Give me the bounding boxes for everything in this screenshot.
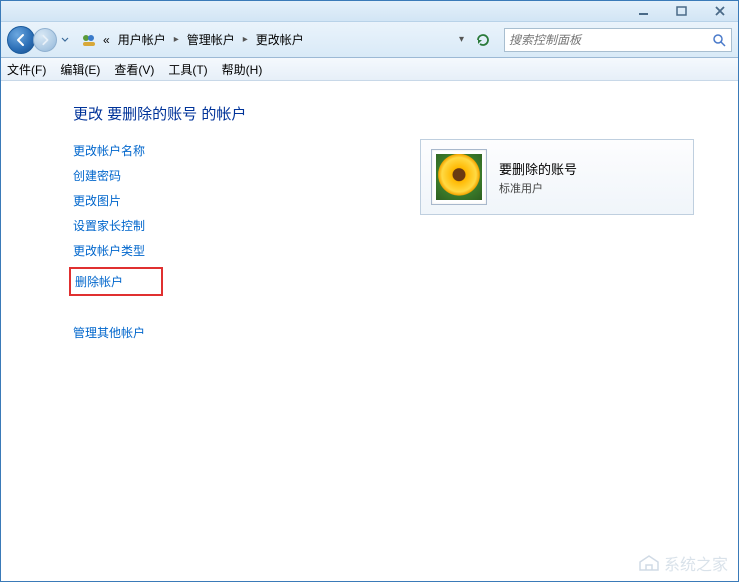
avatar-image	[436, 154, 482, 200]
link-manage-other-accounts[interactable]: 管理其他帐户	[73, 324, 145, 341]
maximize-button[interactable]	[670, 4, 694, 18]
link-delete-account[interactable]: 删除帐户	[75, 275, 123, 289]
breadcrumb-seg-3[interactable]: 更改帐户	[254, 29, 306, 50]
close-button[interactable]	[708, 4, 732, 18]
breadcrumb[interactable]: « 用户帐户 ▸ 管理帐户 ▸ 更改帐户 ▾	[77, 28, 498, 52]
account-info: 要删除的账号 标准用户	[499, 159, 577, 196]
highlight-annotation: 删除帐户	[69, 267, 163, 296]
watermark: 系统之家	[638, 551, 728, 575]
chevron-right-icon: ▸	[241, 34, 250, 45]
account-card[interactable]: 要删除的账号 标准用户	[420, 139, 694, 215]
refresh-button[interactable]	[472, 29, 494, 51]
content-area: 更改 要删除的账号 的帐户 更改帐户名称 创建密码 更改图片 设置家长控制 更改…	[1, 81, 738, 581]
breadcrumb-seg-2[interactable]: 管理帐户	[185, 29, 237, 50]
titlebar	[1, 1, 738, 22]
nav-bar: « 用户帐户 ▸ 管理帐户 ▸ 更改帐户 ▾	[1, 22, 738, 58]
control-panel-icon	[81, 32, 97, 48]
menu-tools[interactable]: 工具(T)	[168, 61, 207, 78]
chevron-right-icon: ▸	[172, 34, 181, 45]
watermark-text: 系统之家	[664, 551, 728, 575]
back-button[interactable]	[7, 26, 35, 54]
link-parental-controls[interactable]: 设置家长控制	[73, 217, 145, 234]
link-create-password[interactable]: 创建密码	[73, 167, 121, 184]
forward-button[interactable]	[33, 28, 57, 52]
link-rename-account[interactable]: 更改帐户名称	[73, 142, 145, 159]
nav-history-dropdown[interactable]	[59, 30, 71, 50]
link-change-account-type[interactable]: 更改帐户类型	[73, 242, 145, 259]
search-icon[interactable]	[711, 32, 727, 48]
search-input[interactable]	[509, 33, 711, 47]
breadcrumb-seg-1[interactable]: 用户帐户	[116, 29, 168, 50]
avatar-frame	[431, 149, 487, 205]
account-type: 标准用户	[499, 180, 577, 196]
breadcrumb-prefix: «	[101, 31, 112, 49]
nav-buttons	[7, 26, 71, 54]
menu-help[interactable]: 帮助(H)	[222, 61, 263, 78]
link-change-picture[interactable]: 更改图片	[73, 192, 121, 209]
account-name: 要删除的账号	[499, 159, 577, 178]
menu-bar: 文件(F) 编辑(E) 查看(V) 工具(T) 帮助(H)	[1, 58, 738, 81]
dropdown-icon[interactable]: ▾	[457, 34, 466, 45]
menu-file[interactable]: 文件(F)	[7, 61, 46, 78]
page-title: 更改 要删除的账号 的帐户	[73, 103, 738, 124]
search-box[interactable]	[504, 28, 732, 52]
menu-view[interactable]: 查看(V)	[114, 61, 154, 78]
menu-edit[interactable]: 编辑(E)	[60, 61, 100, 78]
minimize-button[interactable]	[632, 4, 656, 18]
